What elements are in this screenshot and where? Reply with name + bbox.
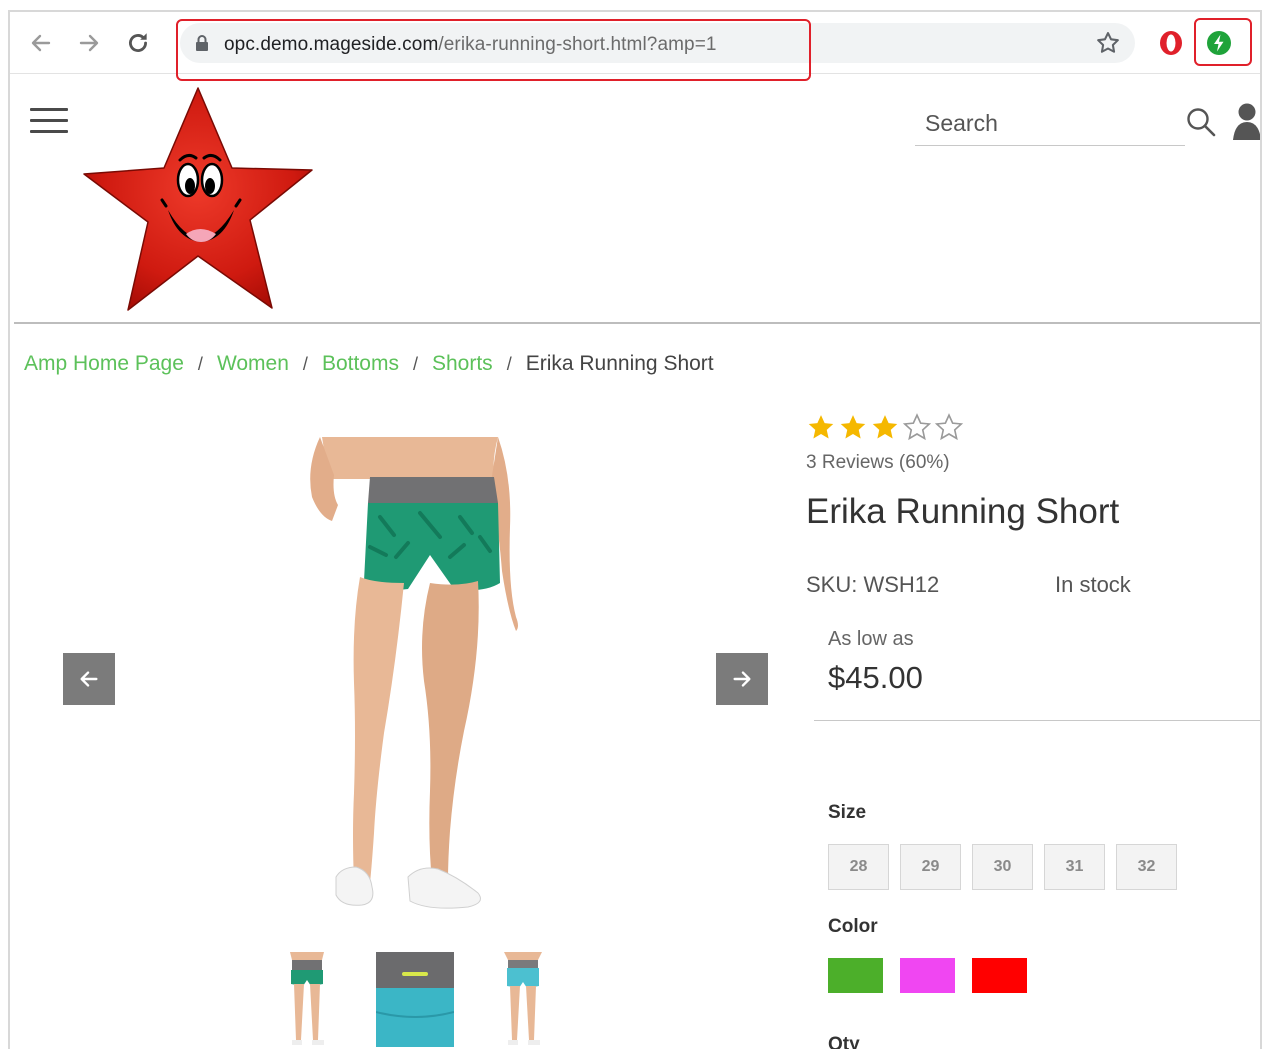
price-divider [814,720,1260,721]
size-label: Size [828,802,867,823]
gallery-thumbnail[interactable] [498,952,548,1047]
size-option[interactable]: 29 [900,844,961,890]
stock-status: In stock [1055,572,1131,597]
magnifier-icon[interactable] [1185,106,1217,138]
opera-icon[interactable] [1158,30,1184,56]
price-label: As low as [828,628,914,650]
product-sku: SKU: WSH12 [806,572,940,597]
forward-button[interactable] [74,28,104,58]
menu-button[interactable] [30,108,68,134]
size-option[interactable]: 30 [972,844,1033,890]
header-divider [14,322,1260,324]
breadcrumb-separator: / [197,353,203,374]
product-title: Erika Running Short [806,492,1120,531]
lock-icon [196,35,208,51]
rating-stars[interactable] [806,412,964,442]
user-icon[interactable] [1230,100,1262,140]
amp-bolt-icon[interactable] [1206,30,1232,56]
star-filled-icon [872,415,898,439]
gallery-thumbnail[interactable] [376,952,454,1047]
star-empty-icon [934,413,964,441]
breadcrumb-home[interactable]: Amp Home Page [24,352,184,376]
breadcrumb-separator: / [302,353,308,374]
arrow-right-icon [79,34,99,52]
breadcrumb-current: Erika Running Short [525,352,714,375]
size-options: 28 29 30 31 32 [828,844,1177,890]
size-option[interactable]: 28 [828,844,889,890]
color-swatch-green[interactable] [828,958,883,993]
url-text: opc.demo.mageside.com/erika-running-shor… [224,34,717,56]
arrow-left-icon [80,671,98,687]
product-main-image [310,437,518,909]
browser-toolbar: opc.demo.mageside.com/erika-running-shor… [10,12,1260,81]
breadcrumb-separator: / [506,353,512,374]
star-filled-icon [840,415,866,439]
reload-icon [129,33,147,52]
url-path: /erika-running-short.html?amp=1 [438,34,717,55]
back-button[interactable] [26,28,56,58]
color-options [828,958,1027,993]
arrow-right-icon [733,671,751,687]
gallery-thumbnail[interactable] [282,952,332,1047]
page-frame: opc.demo.mageside.com/erika-running-shor… [8,10,1262,1049]
breadcrumb-shorts[interactable]: Shorts [432,352,493,376]
color-swatch-red[interactable] [972,958,1027,993]
size-option[interactable]: 31 [1044,844,1105,890]
product-price: $45.00 [828,660,923,695]
star-outline-icon[interactable] [1095,30,1121,56]
breadcrumb-separator: / [412,353,418,374]
gallery-next-button[interactable] [716,653,768,705]
gallery-prev-button[interactable] [63,653,115,705]
arrow-left-icon [31,34,51,52]
star-mascot-logo[interactable] [82,84,314,312]
url-domain: opc.demo.mageside.com [224,34,439,55]
breadcrumb-women[interactable]: Women [217,352,289,376]
color-label: Color [828,916,878,937]
star-filled-icon [808,415,834,439]
qty-label: Qty [828,1034,860,1049]
reviews-link[interactable]: 3 Reviews (60%) [806,452,950,474]
address-bar[interactable]: opc.demo.mageside.com/erika-running-shor… [180,23,1135,63]
reload-button[interactable] [123,28,153,58]
hamburger-icon [30,108,68,111]
star-empty-icon [902,413,932,441]
search-input[interactable] [925,106,1175,140]
color-swatch-magenta[interactable] [900,958,955,993]
breadcrumb: Amp Home Page / Women / Bottoms / Shorts… [24,352,714,376]
size-option[interactable]: 32 [1116,844,1177,890]
breadcrumb-bottoms[interactable]: Bottoms [322,352,399,376]
search-field [915,100,1185,146]
